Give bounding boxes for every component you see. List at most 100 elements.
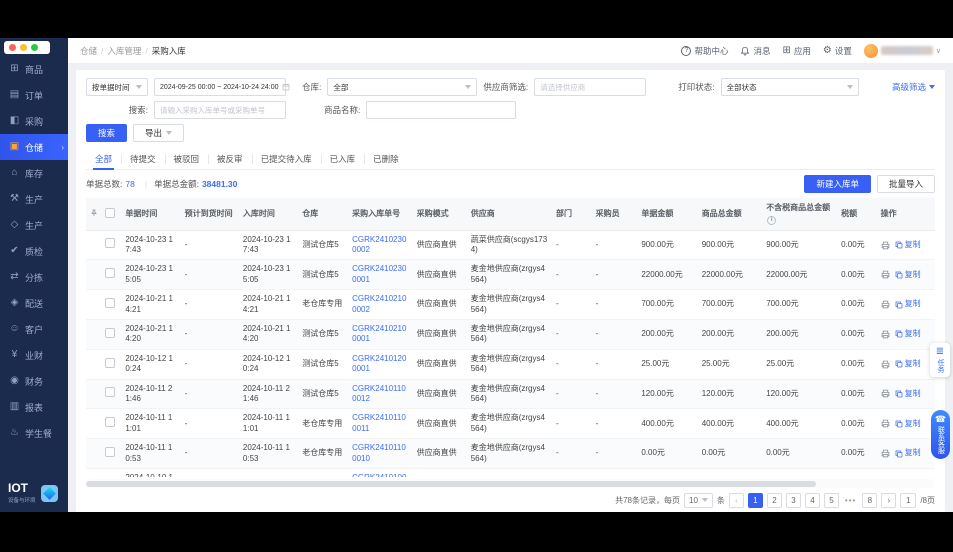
table-row[interactable]: 2024-10-21 14:21 - 2024-10-21 14:21 老仓库专… xyxy=(86,290,935,320)
order-number-link[interactable]: CGRK24102100001 xyxy=(352,324,406,343)
print-icon[interactable] xyxy=(881,300,890,309)
sidebar-item-inventory[interactable]: ⌂ 库存 › xyxy=(0,160,68,186)
supplier-input[interactable] xyxy=(540,83,640,92)
maximize-window-icon[interactable] xyxy=(31,44,38,51)
status-tab-6[interactable]: 已删除 xyxy=(364,149,408,169)
supplier-select[interactable] xyxy=(534,78,646,96)
sidebar-item-production[interactable]: ⚒ 生产 › xyxy=(0,186,68,212)
date-range-picker[interactable]: 2024-09-25 00:00 ~ 2024-10-24 24:00 xyxy=(154,78,286,96)
sidebar-item-biz-finance[interactable]: ¥ 业财 › xyxy=(0,342,68,368)
product-name-input[interactable] xyxy=(372,106,510,115)
table-row[interactable]: 2024-10-11 10:53 - 2024-10-11 10:53 老仓库专… xyxy=(86,439,935,469)
task-float-button[interactable]: ≣ 任务 xyxy=(930,343,950,377)
minimize-window-icon[interactable] xyxy=(20,44,27,51)
row-checkbox[interactable] xyxy=(105,417,115,427)
print-icon[interactable] xyxy=(881,360,890,369)
order-number-link[interactable]: CGRK24102300001 xyxy=(352,264,406,283)
sidebar-item-production-2[interactable]: ◇ 生产 › xyxy=(0,212,68,238)
prev-page-button[interactable]: ‹ xyxy=(729,493,744,508)
window-controls[interactable] xyxy=(4,41,50,54)
apps-button[interactable]: ⊞ 应用 xyxy=(782,45,810,57)
create-inbound-button[interactable]: 新建入库单 xyxy=(804,175,871,193)
copy-button[interactable]: 复制 xyxy=(895,448,921,458)
sidebar-item-goods[interactable]: ⊞ 商品 › xyxy=(0,56,68,82)
user-menu[interactable]: ∨ xyxy=(864,44,941,58)
table-row[interactable]: 2024-10-21 14:20 - 2024-10-21 14:20 测试仓库… xyxy=(86,320,935,350)
breadcrumb-item[interactable]: 仓储 xyxy=(80,46,97,56)
row-checkbox[interactable] xyxy=(105,447,115,457)
copy-button[interactable]: 复制 xyxy=(895,299,921,309)
export-button[interactable]: 导出 xyxy=(133,124,184,142)
copy-button[interactable]: 复制 xyxy=(895,329,921,339)
advanced-filter-toggle[interactable]: 高级筛选 xyxy=(892,81,935,93)
copy-button[interactable]: 复制 xyxy=(895,389,921,399)
print-icon[interactable] xyxy=(881,449,890,458)
help-center-button[interactable]: ? 帮助中心 xyxy=(681,45,728,57)
status-tab-4[interactable]: 已提交待入库 xyxy=(252,149,321,169)
row-checkbox[interactable] xyxy=(105,298,115,308)
date-type-select[interactable]: 按单据时间 xyxy=(86,78,148,96)
page-jump-input[interactable]: 1 xyxy=(900,493,916,508)
batch-import-button[interactable]: 批量导入 xyxy=(877,175,935,193)
sidebar-item-purchase[interactable]: ◧ 采购 › xyxy=(0,108,68,134)
status-tab-5[interactable]: 已入库 xyxy=(321,149,365,169)
copy-button[interactable]: 复制 xyxy=(895,359,921,369)
sidebar-item-warehouse[interactable]: ▣ 仓储 › xyxy=(0,134,68,160)
order-number-link[interactable]: CGRK24102300002 xyxy=(352,235,406,254)
print-icon[interactable] xyxy=(881,270,890,279)
info-icon[interactable]: i xyxy=(767,216,776,225)
sidebar-item-reports[interactable]: ▥ 报表 › xyxy=(0,394,68,420)
sidebar-item-sorting[interactable]: ⇄ 分拣 › xyxy=(0,264,68,290)
sidebar-item-customer[interactable]: ☺ 客户 › xyxy=(0,316,68,342)
order-number-link[interactable]: CGRK24101000005 xyxy=(352,473,406,477)
next-page-button[interactable]: › xyxy=(881,493,896,508)
order-number-link[interactable]: CGRK24101100011 xyxy=(352,413,406,432)
row-checkbox[interactable] xyxy=(105,268,115,278)
page-number-button[interactable]: 8 xyxy=(862,493,877,508)
customer-service-float-button[interactable]: ☎ 联系客服 xyxy=(931,410,950,459)
table-row[interactable]: 2024-10-23 15:05 - 2024-10-23 15:05 测试仓库… xyxy=(86,260,935,290)
order-number-link[interactable]: CGRK24101100012 xyxy=(352,384,406,403)
select-all-checkbox[interactable] xyxy=(105,208,115,218)
table-row[interactable]: 2024-10-11 21:46 - 2024-10-11 21:46 测试仓库… xyxy=(86,379,935,409)
sidebar-item-qc[interactable]: ✔ 质检 › xyxy=(0,238,68,264)
pin-column-header[interactable] xyxy=(86,198,101,230)
page-number-button[interactable]: 2 xyxy=(767,493,782,508)
table-row[interactable]: 2024-10-10 19:57 - - 老仓库专用 CGRK241010000… xyxy=(86,468,935,477)
row-checkbox[interactable] xyxy=(105,358,115,368)
close-window-icon[interactable] xyxy=(9,44,16,51)
settings-button[interactable]: ⚙ 设置 xyxy=(823,45,852,57)
order-search-input[interactable] xyxy=(160,106,280,115)
row-checkbox[interactable] xyxy=(105,387,115,397)
print-icon[interactable] xyxy=(881,330,890,339)
row-checkbox[interactable] xyxy=(105,238,115,248)
horizontal-scrollbar-thumb[interactable] xyxy=(86,481,816,487)
status-tab-0[interactable]: 全部 xyxy=(86,149,121,169)
table-row[interactable]: 2024-10-23 17:43 - 2024-10-23 17:43 测试仓库… xyxy=(86,230,935,260)
copy-button[interactable]: 复制 xyxy=(895,419,921,429)
copy-button[interactable]: 复制 xyxy=(895,270,921,280)
page-number-button[interactable]: 5 xyxy=(824,493,839,508)
print-status-select[interactable]: 全部状态 xyxy=(721,78,859,96)
row-checkbox[interactable] xyxy=(105,328,115,338)
status-tab-3[interactable]: 被反审 xyxy=(208,149,252,169)
breadcrumb-item[interactable]: 入库管理 xyxy=(107,46,141,56)
sidebar-item-finance[interactable]: ◉ 财务 › xyxy=(0,368,68,394)
order-number-link[interactable]: CGRK24101100010 xyxy=(352,443,406,462)
print-icon[interactable] xyxy=(881,241,890,250)
page-number-button[interactable]: 1 xyxy=(748,493,763,508)
table-row[interactable]: 2024-10-11 11:01 - 2024-10-11 11:01 老仓库专… xyxy=(86,409,935,439)
print-icon[interactable] xyxy=(881,389,890,398)
warehouse-select[interactable]: 全部 xyxy=(327,78,477,96)
product-name-box[interactable] xyxy=(366,101,516,119)
order-number-link[interactable]: CGRK24101200001 xyxy=(352,354,406,373)
status-tab-2[interactable]: 被驳回 xyxy=(165,149,209,169)
copy-button[interactable]: 复制 xyxy=(895,240,921,250)
status-tab-1[interactable]: 待提交 xyxy=(121,149,165,169)
page-number-button[interactable]: 3 xyxy=(786,493,801,508)
messages-button[interactable]: 消息 xyxy=(740,45,770,57)
sidebar-item-student-meal[interactable]: ♨ 学生餐 › xyxy=(0,420,68,446)
order-number-link[interactable]: CGRK24102100002 xyxy=(352,294,406,313)
search-button[interactable]: 搜索 xyxy=(86,124,127,142)
order-search-box[interactable] xyxy=(154,101,286,119)
